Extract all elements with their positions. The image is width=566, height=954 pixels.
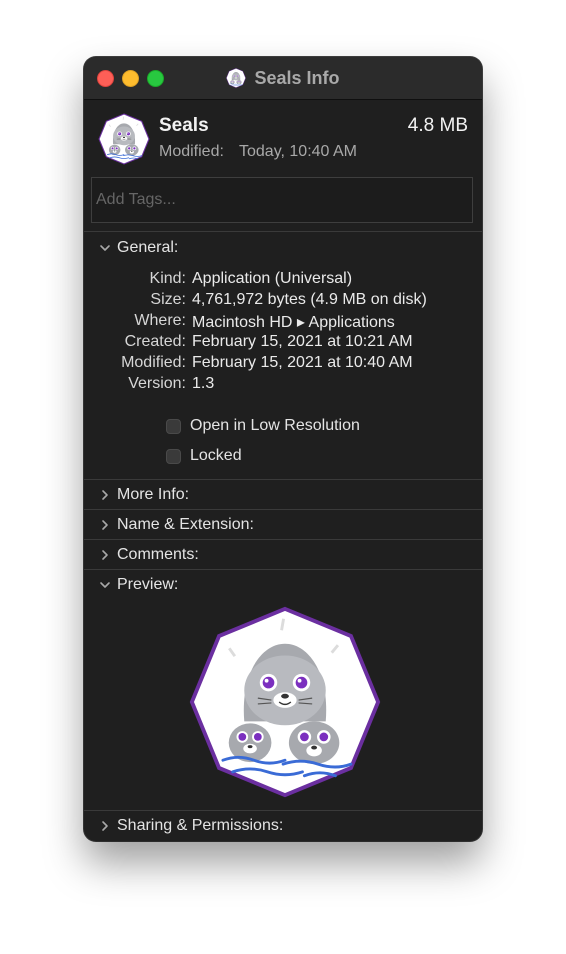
file-header: Seals 4.8 MB Modified: Today, 10:40 AM	[84, 100, 482, 170]
info-key: Version:	[128, 375, 186, 392]
info-key: Modified:	[121, 354, 186, 371]
info-row-created: Created: February 15, 2021 at 10:21 AM	[84, 333, 482, 354]
section-sharing-permissions-toggle[interactable]: Sharing & Permissions:	[84, 811, 482, 841]
section-comments-toggle[interactable]: Comments:	[84, 540, 482, 570]
window-title: Seals Info	[84, 57, 482, 99]
section-comments-label: Comments:	[117, 546, 199, 563]
section-more-info-toggle[interactable]: More Info:	[84, 480, 482, 510]
chevron-right-icon	[98, 819, 112, 833]
locked-option[interactable]: Locked	[166, 445, 242, 467]
info-key: Created:	[124, 333, 186, 350]
info-value: February 15, 2021 at 10:40 AM	[192, 354, 413, 371]
open-low-resolution-checkbox[interactable]	[166, 418, 181, 434]
section-more-info-label: More Info:	[117, 486, 190, 503]
add-tags-field[interactable]	[91, 177, 473, 223]
section-preview-label: Preview:	[117, 576, 179, 593]
locked-checkbox[interactable]	[166, 448, 181, 464]
section-general-toggle[interactable]: General:	[84, 233, 482, 263]
info-row-version: Version: 1.3	[84, 375, 482, 396]
info-key: Kind:	[149, 270, 186, 287]
locked-label: Locked	[190, 447, 242, 464]
chevron-down-icon	[98, 241, 112, 255]
info-value: 4,761,972 bytes (4.9 MB on disk)	[192, 291, 427, 308]
modified-label: Modified:	[159, 143, 224, 160]
info-key: Where:	[134, 312, 186, 329]
chevron-down-icon	[98, 578, 112, 592]
modified-value: Today, 10:40 AM	[239, 143, 357, 160]
seals-app-icon	[226, 68, 246, 88]
seals-app-icon	[98, 113, 150, 165]
info-key: Size:	[150, 291, 186, 308]
info-row-modified: Modified: February 15, 2021 at 10:40 AM	[84, 354, 482, 375]
divider	[84, 231, 482, 232]
info-value: Macintosh HD ▸ Applications	[192, 314, 395, 331]
section-sharing-permissions-label: Sharing & Permissions:	[117, 817, 284, 834]
open-low-resolution-option[interactable]: Open in Low Resolution	[166, 415, 360, 437]
info-window: Seals Info Seals 4.8 MB Modified: Today,…	[84, 57, 482, 841]
section-name-extension-label: Name & Extension:	[117, 516, 254, 533]
file-name: Seals	[159, 115, 209, 136]
open-low-resolution-label: Open in Low Resolution	[190, 417, 360, 434]
app-preview-image	[188, 605, 382, 799]
chevron-right-icon	[98, 488, 112, 502]
info-row-where: Where: Macintosh HD ▸ Applications	[84, 312, 482, 333]
section-name-extension-toggle[interactable]: Name & Extension:	[84, 510, 482, 540]
info-value: 1.3	[192, 375, 215, 392]
info-value: February 15, 2021 at 10:21 AM	[192, 333, 413, 350]
section-general-label: General:	[117, 239, 179, 256]
section-preview-toggle[interactable]: Preview:	[84, 570, 482, 600]
file-size: 4.8 MB	[407, 115, 468, 136]
window-title-text: Seals Info	[254, 67, 340, 88]
info-value: Application (Universal)	[192, 270, 353, 287]
info-row-size: Size: 4,761,972 bytes (4.9 MB on disk)	[84, 291, 482, 312]
chevron-right-icon	[98, 518, 112, 532]
chevron-right-icon	[98, 548, 112, 562]
info-row-kind: Kind: Application (Universal)	[84, 270, 482, 291]
title-bar[interactable]: Seals Info	[84, 57, 482, 100]
